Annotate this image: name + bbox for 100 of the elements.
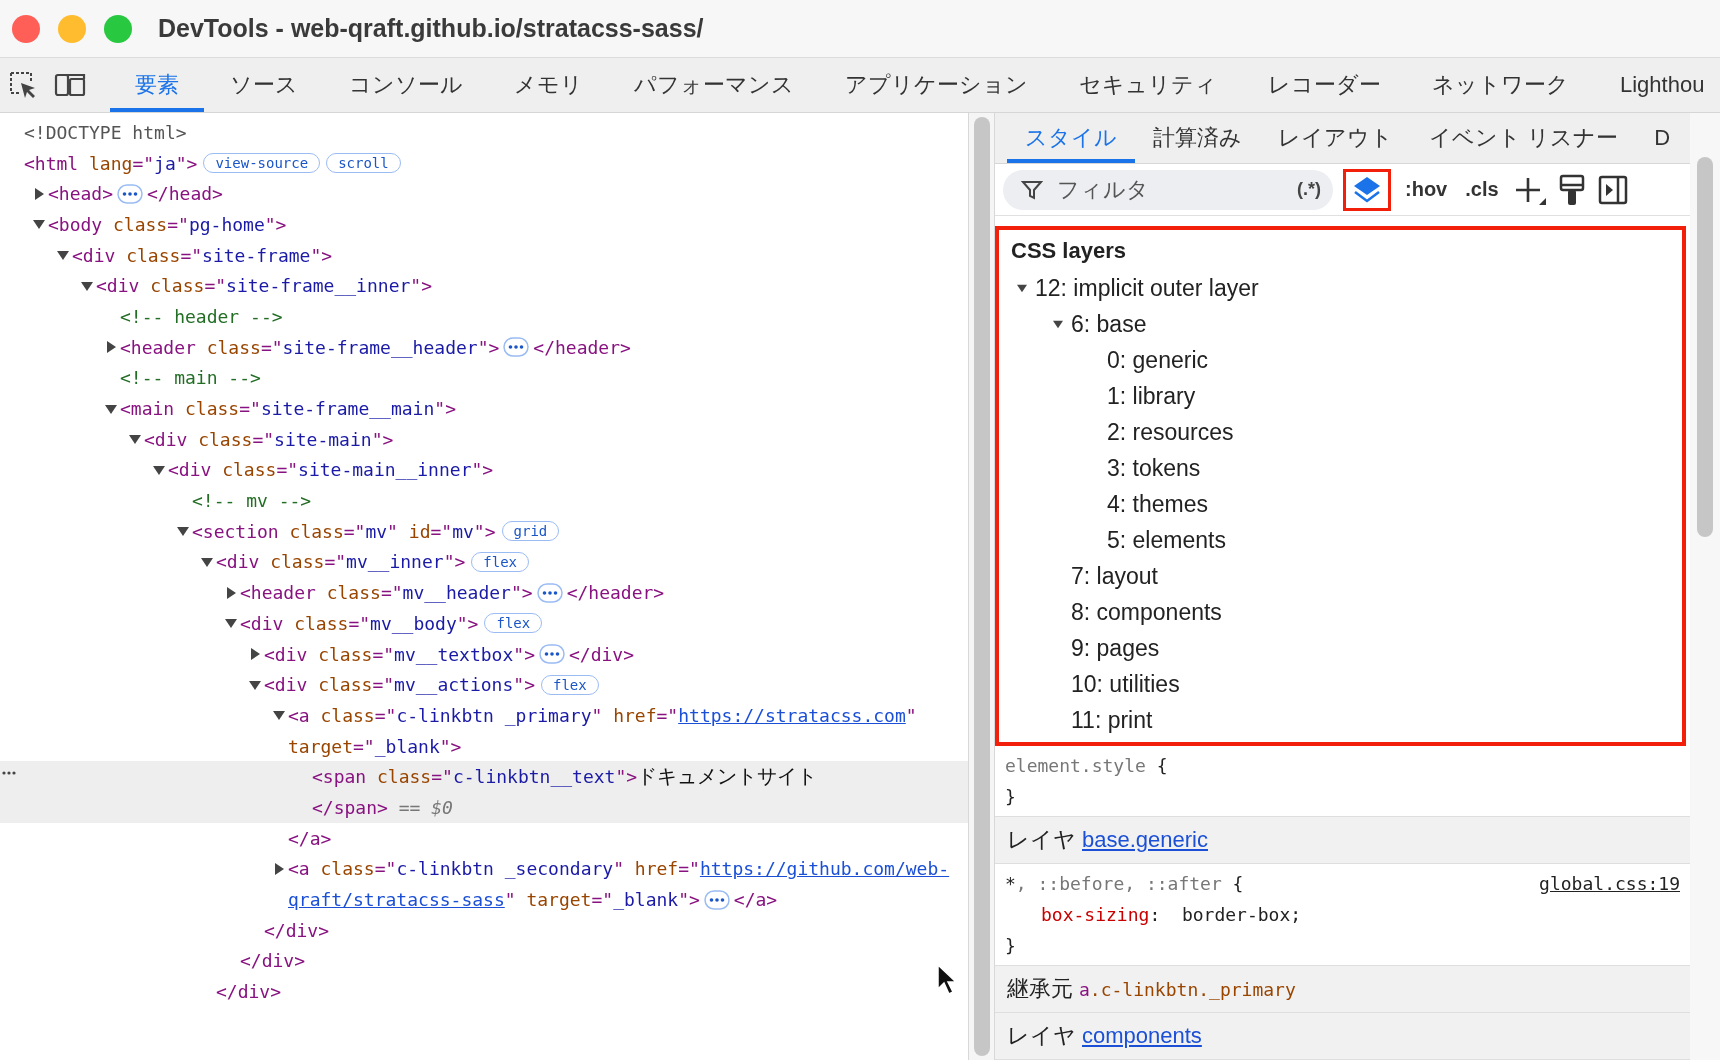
dom-tree-row[interactable]: <header class="mv__header"> </header> [0, 577, 968, 608]
code-text: <header class="mv__header"> [240, 582, 533, 604]
dom-tree-row[interactable]: <div class="site-main"> [0, 423, 968, 455]
code-text: <!DOCTYPE html> [24, 121, 187, 143]
code-text: qraft/stratacss-sass" target="_blank"> [288, 889, 700, 911]
dom-tree-row[interactable]: <html lang="ja"> view-source scroll [0, 147, 968, 179]
code-text: <!-- main --> [120, 367, 261, 389]
code-text: <body class="pg-home"> [48, 213, 287, 235]
layer-label: 2: resources [1107, 418, 1234, 446]
dom-tree-row[interactable]: target="_blank"> [0, 730, 968, 762]
layer-label: レイヤ [1007, 1023, 1076, 1048]
code-text: </header> [566, 582, 665, 604]
dom-tree-row[interactable]: <!-- header --> [0, 301, 968, 332]
dom-tree-row[interactable]: </div> [0, 914, 968, 946]
sidebar-tab[interactable]: スタイル [1007, 113, 1135, 163]
code-text: <div class="mv__textbox"> [264, 643, 535, 665]
panel-tab[interactable]: アプリケーション [820, 58, 1053, 112]
source-link[interactable]: global.css:19 [1539, 873, 1680, 894]
link[interactable]: qraft/stratacss-sass [288, 889, 505, 911]
layer-link[interactable]: components [1082, 1023, 1202, 1048]
code-text: <html lang="ja"> [24, 152, 198, 174]
filter-field[interactable]: フィルタ (.*) [1003, 169, 1333, 210]
code-text: <main class="site-frame__main"> [120, 398, 456, 420]
code-text: </div> [216, 981, 282, 1003]
dom-tree-row[interactable]: <!-- main --> [0, 362, 968, 394]
sidebar-tab[interactable]: 計算済み [1135, 113, 1260, 163]
window-title: DevTools - web-qraft.github.io/stratacss-sass/ [158, 14, 704, 43]
dom-tree-row[interactable]: </a> [0, 822, 968, 854]
link[interactable]: https://github.com/web- [699, 858, 950, 880]
code-text: <header class="site-frame__header"> [120, 336, 500, 358]
layout-badge[interactable]: flex [484, 613, 543, 634]
dom-tree-row[interactable]: <div class="mv__textbox"> </div> [0, 638, 968, 670]
panel-tab[interactable]: Lighthou [1595, 58, 1720, 112]
code-text: <!-- header --> [120, 305, 283, 327]
layout-badge[interactable]: flex [541, 674, 599, 695]
code-text: <a class="c-linkbtn _primary" href="https://stratacss.com" [288, 704, 917, 726]
panel-tab[interactable]: パフォーマンス [609, 58, 819, 112]
layer-label: 0: generic [1107, 346, 1208, 374]
dom-tree-row[interactable]: qraft/stratacss-sass" target="_blank"> </a> [0, 884, 968, 915]
dom-tree-row[interactable]: <div class="site-frame"> [0, 239, 968, 271]
code-text: <span class="c-linkbtn__text">ドキュメントサイト [312, 764, 818, 790]
dom-tree-row[interactable]: <main class="site-frame__main"> [0, 393, 968, 424]
panel-title: CSS layers [1011, 238, 1127, 264]
code-text: <head> [48, 183, 114, 205]
dom-tree-row[interactable]: <header class="site-frame__header"> </header> [0, 331, 968, 363]
toolbar-toggle[interactable]: :hov [1401, 178, 1452, 201]
code-text: <div class="site-frame"> [72, 244, 333, 266]
declaration-text: box-sizing: border-box; [1041, 904, 1302, 925]
toolbar-toggle[interactable]: .cls [1461, 178, 1503, 201]
sidebar-tab[interactable]: イベント リスナー [1411, 113, 1637, 163]
brace-text: } [1005, 935, 1016, 956]
dom-tree-row[interactable]: <div class="mv__inner"> flex [0, 546, 968, 578]
code-text: </span> == $0 [312, 796, 453, 818]
layer-label: 7: layout [1071, 562, 1158, 590]
layer-label: 5: elements [1107, 526, 1226, 554]
dom-tree-row[interactable]: </div> [0, 976, 968, 1007]
selector-text: element.style { [1005, 755, 1168, 776]
code-text: target="_blank"> [288, 735, 462, 757]
dom-tree-row[interactable]: <div class="mv__actions"> flex [0, 669, 968, 701]
panel-tab[interactable]: ネットワーク [1407, 58, 1594, 112]
dom-tree-row[interactable]: <div class="site-main__inner"> [0, 454, 968, 486]
dom-tree-row[interactable]: <div class="site-frame__inner"> [0, 270, 968, 302]
layer-label: レイヤ [1007, 827, 1076, 852]
dom-tree-row[interactable]: <head> </head> [0, 178, 968, 210]
dom-tree-row[interactable]: <div class="mv__body"> flex [0, 608, 968, 639]
panel-tab[interactable]: ソース [205, 58, 323, 112]
panel-tab[interactable]: 要素 [110, 58, 204, 112]
dom-tree-row[interactable]: <!DOCTYPE html> [0, 117, 968, 148]
dom-tree-row[interactable]: <span class="c-linkbtn__text">ドキュメントサイト [0, 761, 968, 793]
layer-label: 4: themes [1107, 490, 1208, 518]
sidebar-tab[interactable]: レイアウト [1260, 113, 1411, 163]
dom-tree-row[interactable]: </span> == $0 [0, 792, 968, 823]
layer-label: 9: pages [1071, 634, 1160, 662]
panel-tab[interactable]: メモリ [489, 58, 608, 112]
layout-badge[interactable]: view-source [203, 153, 321, 174]
layer-label: 8: components [1071, 598, 1222, 626]
layout-badge[interactable]: scroll [326, 153, 401, 174]
panel-tab[interactable]: コンソール [324, 58, 488, 112]
code-text: <div class="mv__actions"> [264, 674, 535, 696]
dom-tree-row[interactable]: <a class="c-linkbtn _secondary" href="https://github.com/web- [0, 853, 968, 885]
dom-tree-row[interactable]: <body class="pg-home"> [0, 209, 968, 240]
layout-badge[interactable]: grid [501, 521, 560, 542]
dom-tree-row[interactable]: <a class="c-linkbtn _primary" href="https://stratacss.com" [0, 700, 968, 731]
regex-button[interactable]: (.*) [1297, 179, 1321, 200]
code-text: <section class="mv" id="mv"> [192, 520, 496, 542]
sidebar-tab[interactable]: D [1636, 113, 1688, 163]
code-text: <!-- mv --> [192, 490, 312, 512]
link[interactable]: https://stratacss.com [678, 704, 906, 726]
layer-link[interactable]: base.generic [1082, 827, 1208, 852]
layer-label: 12: implicit outer layer [1035, 274, 1259, 302]
layer-label: 10: utilities [1071, 670, 1180, 698]
dom-tree-row[interactable]: <section class="mv" id="mv"> grid [0, 515, 968, 547]
dom-tree-row[interactable]: </div> [0, 945, 968, 977]
code-text: </a> [288, 827, 332, 849]
panel-tab[interactable]: レコーダー [1243, 58, 1406, 112]
selector-text: *, ::before, ::after { [1005, 873, 1244, 894]
layout-badge[interactable]: flex [471, 551, 530, 572]
panel-tab[interactable]: セキュリティ [1054, 58, 1242, 112]
dom-tree-row[interactable]: <!-- mv --> [0, 485, 968, 516]
inherited-label: 継承元 [1007, 976, 1073, 1001]
